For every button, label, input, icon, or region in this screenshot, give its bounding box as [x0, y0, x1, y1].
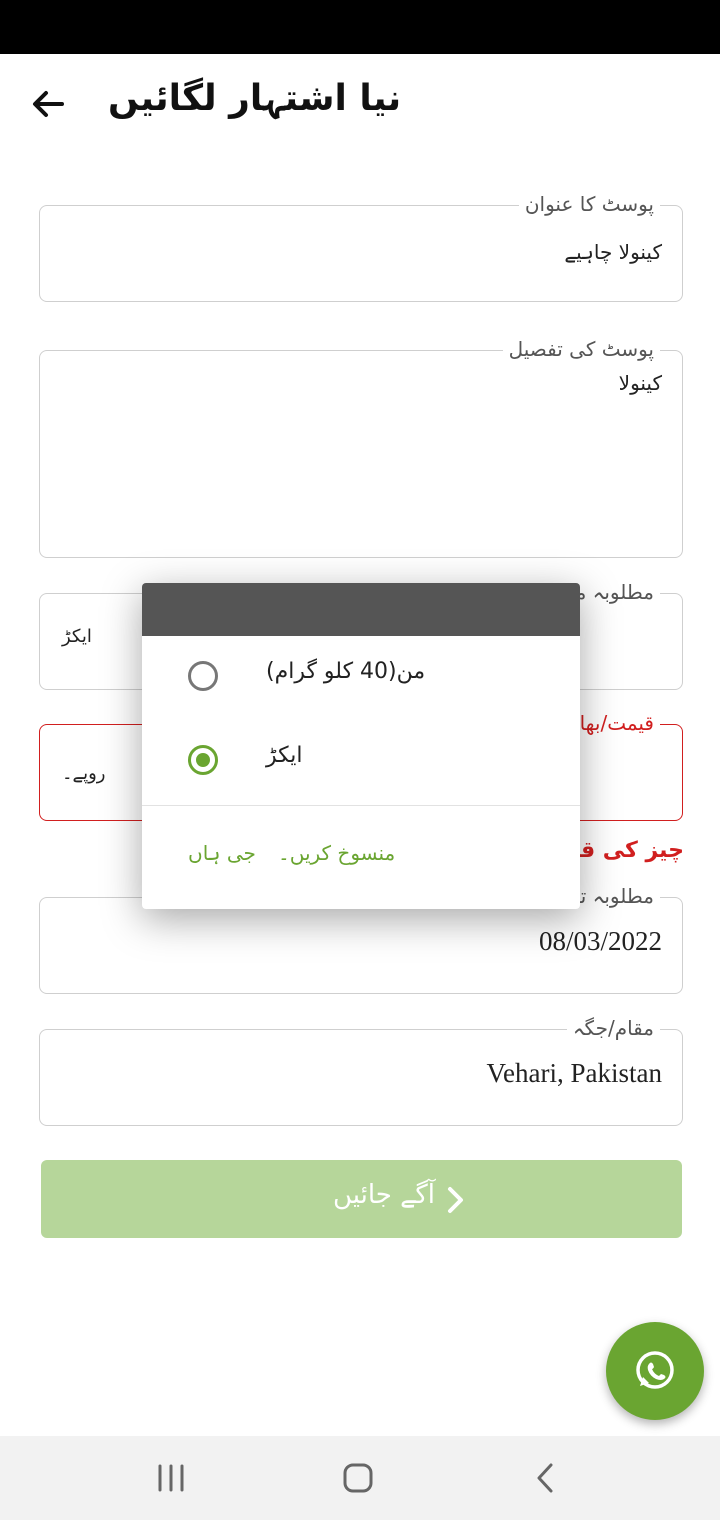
recent-apps-icon[interactable]	[152, 1460, 192, 1496]
option-maund[interactable]: من(40 کلو گرام)	[142, 637, 580, 721]
cancel-button[interactable]: منسوخ کریں۔	[278, 841, 395, 865]
radio-selected[interactable]	[188, 745, 218, 775]
ok-button[interactable]: جی ہاں	[188, 841, 256, 865]
post-detail-field[interactable]: پوسٹ کی تفصیل کینولا	[39, 337, 683, 558]
whatsapp-icon	[636, 1351, 674, 1389]
status-bar	[0, 0, 720, 54]
post-title-field[interactable]: پوسٹ کا عنوان کینولا چاہیے	[39, 192, 683, 302]
post-title-label: پوسٹ کا عنوان	[518, 192, 660, 216]
radio-unselected[interactable]	[188, 661, 218, 691]
quantity-unit[interactable]: ایکڑ	[62, 626, 92, 647]
chevron-right-icon	[448, 1187, 463, 1213]
back-icon[interactable]	[526, 1460, 566, 1496]
location-label: مقام/جگہ	[566, 1016, 660, 1040]
post-title-value: کینولا چاہیے	[564, 240, 662, 264]
location-field[interactable]: مقام/جگہ Vehari, Pakistan	[39, 1016, 683, 1126]
date-value: 08/03/2022	[538, 926, 662, 956]
app-bar: نیا اشتہار لگائیں	[0, 54, 720, 154]
option-acre-label: ایکڑ	[266, 743, 303, 768]
system-nav-bar	[0, 1436, 720, 1520]
post-detail-value: کینولا	[618, 371, 662, 395]
dialog-divider	[142, 805, 580, 806]
post-detail-label: پوسٹ کی تفصیل	[502, 337, 660, 361]
dialog-header	[142, 583, 580, 636]
home-icon[interactable]	[338, 1460, 378, 1496]
page-title: نیا اشتہار لگائیں	[108, 78, 402, 119]
unit-select-dialog: من(40 کلو گرام) ایکڑ جی ہاں منسوخ کریں۔	[142, 583, 580, 909]
option-acre[interactable]: ایکڑ	[142, 721, 580, 805]
date-field[interactable]: مطلوبہ تاریخ 08/03/2022	[39, 884, 683, 994]
option-maund-label: من(40 کلو گرام)	[266, 659, 426, 684]
arrow-left-icon[interactable]	[28, 84, 68, 124]
location-value: Vehari, Pakistan	[486, 1058, 662, 1088]
next-button[interactable]: آگے جائیں	[41, 1160, 682, 1238]
price-currency: روپے۔	[62, 763, 106, 784]
next-button-label: آگے جائیں	[333, 1180, 435, 1210]
whatsapp-button[interactable]	[606, 1322, 704, 1420]
